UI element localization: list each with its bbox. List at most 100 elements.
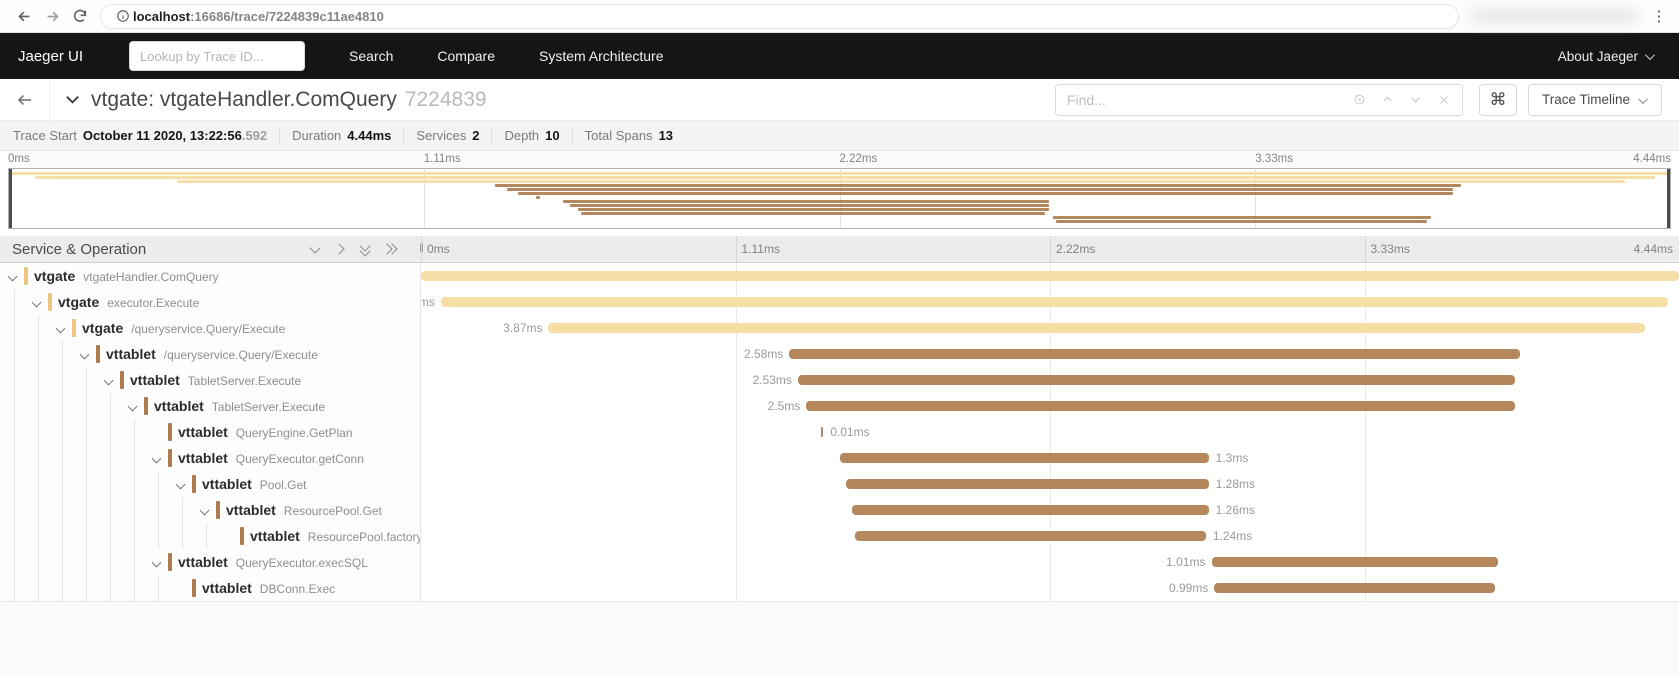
expand-chevron-icon[interactable]	[200, 507, 208, 515]
jaeger-logo[interactable]: Jaeger UI	[18, 48, 83, 65]
find-input[interactable]	[1056, 92, 1346, 108]
expand-chevron-icon[interactable]	[32, 299, 40, 307]
expand-chevron-icon[interactable]	[56, 325, 64, 333]
span-row[interactable]: vttabletResourcePool.Get 1.26ms	[0, 497, 1679, 523]
span-bar[interactable]	[441, 297, 1668, 307]
span-bar[interactable]	[806, 401, 1514, 411]
span-timeline-cell[interactable]: 2.53ms	[421, 367, 1679, 393]
minimap-right-scrubber[interactable]	[1667, 169, 1670, 228]
span-tree-cell[interactable]: vtgateexecutor.Execute	[0, 289, 421, 315]
span-bar[interactable]	[855, 531, 1206, 541]
span-bar[interactable]	[421, 271, 1679, 281]
minimap-left-scrubber[interactable]	[9, 169, 12, 228]
span-bar[interactable]	[846, 479, 1209, 489]
span-row[interactable]: vttabletDBConn.Exec 0.99ms	[0, 575, 1679, 601]
span-tree-cell[interactable]: vtgatevtgateHandler.ComQuery	[0, 263, 421, 289]
span-timeline-cell[interactable]: 1.26ms	[421, 497, 1679, 523]
span-timeline-cell[interactable]: 0.99ms	[421, 575, 1679, 601]
nav-item-system-architecture[interactable]: System Architecture	[539, 48, 664, 64]
keyboard-shortcuts-button[interactable]: ⌘	[1479, 84, 1517, 116]
expand-chevron-icon[interactable]	[152, 455, 160, 463]
span-timeline-cell[interactable]: 1.3ms	[421, 445, 1679, 471]
span-tree-cell[interactable]: vttabletPool.Get	[0, 471, 421, 497]
indent-guide	[14, 315, 15, 341]
indent-guide	[86, 419, 87, 445]
trace-minimap[interactable]	[8, 168, 1671, 229]
span-tree-cell[interactable]: vttabletResourcePool.factory	[0, 523, 421, 549]
indent-guide	[158, 523, 159, 549]
expand-all-icon[interactable]	[385, 244, 395, 254]
span-bar[interactable]	[548, 323, 1645, 333]
indent-guide	[134, 549, 135, 575]
span-row[interactable]: vttabletPool.Get 1.28ms	[0, 471, 1679, 497]
collapse-all-icon[interactable]	[360, 244, 370, 254]
span-tree-cell[interactable]: vtgate/queryservice.Query/Execute	[0, 315, 421, 341]
url-bar[interactable]: localhost:16686/trace/7224839c11ae4810	[100, 4, 1459, 29]
site-info-icon[interactable]	[113, 2, 133, 30]
browser-forward-icon[interactable]	[38, 2, 66, 30]
browser-back-icon[interactable]	[10, 2, 38, 30]
service-name: vtgate/queryservice.Query/Execute	[82, 320, 285, 336]
browser-menu-icon[interactable]: ⋮	[1649, 7, 1669, 25]
span-bar[interactable]	[840, 453, 1208, 463]
expand-chevron-icon[interactable]	[104, 377, 112, 385]
expand-chevron-icon[interactable]	[80, 351, 88, 359]
span-tree-cell[interactable]: vttabletTabletServer.Execute	[0, 367, 421, 393]
service-color-swatch	[168, 553, 172, 571]
expand-one-icon[interactable]	[335, 244, 345, 254]
span-tree-cell[interactable]: vttabletQueryExecutor.execSQL	[0, 549, 421, 575]
span-bar[interactable]	[789, 349, 1520, 359]
span-tree-cell[interactable]: vttabletQueryEngine.GetPlan	[0, 419, 421, 445]
span-row[interactable]: vtgateexecutor.Execute 4.33ms	[0, 289, 1679, 315]
span-timeline-cell[interactable]: 4.44ms	[421, 263, 1679, 289]
span-timeline-cell[interactable]: 2.58ms	[421, 341, 1679, 367]
trace-view-selector[interactable]: Trace Timeline	[1528, 84, 1662, 116]
expand-chevron-icon[interactable]	[152, 559, 160, 567]
span-row[interactable]: vttabletQueryExecutor.getConn 1.3ms	[0, 445, 1679, 471]
span-bar[interactable]	[1214, 583, 1495, 593]
span-row[interactable]: vttabletTabletServer.Execute 2.53ms	[0, 367, 1679, 393]
span-tree-cell[interactable]: vttablet/queryservice.Query/Execute	[0, 341, 421, 367]
span-timeline-cell[interactable]: 1.24ms	[421, 523, 1679, 549]
span-tree-cell[interactable]: vttabletDBConn.Exec	[0, 575, 421, 601]
back-button[interactable]	[0, 79, 50, 121]
span-tree-cell[interactable]: vttabletQueryExecutor.getConn	[0, 445, 421, 471]
nav-item-compare[interactable]: Compare	[437, 48, 495, 64]
span-timeline-cell[interactable]: 4.33ms	[421, 289, 1679, 315]
span-bar[interactable]	[852, 505, 1209, 515]
span-timeline-cell[interactable]: 0.01ms	[421, 419, 1679, 445]
span-timeline-cell[interactable]: 2.5ms	[421, 393, 1679, 419]
collapse-one-icon[interactable]	[310, 244, 320, 254]
span-row[interactable]: vtgatevtgateHandler.ComQuery 4.44ms	[0, 263, 1679, 289]
tick-label: 4.44ms	[1634, 242, 1673, 256]
span-row[interactable]: vttabletTabletServer.Execute 2.5ms	[0, 393, 1679, 419]
expand-chevron-icon[interactable]	[176, 481, 184, 489]
about-jaeger-menu[interactable]: About Jaeger	[1558, 49, 1655, 64]
span-timeline-cell[interactable]: 1.28ms	[421, 471, 1679, 497]
span-row[interactable]: vttabletQueryEngine.GetPlan 0.01ms	[0, 419, 1679, 445]
service-color-swatch	[72, 319, 76, 337]
span-row[interactable]: vttabletQueryExecutor.execSQL 1.01ms	[0, 549, 1679, 575]
expand-chevron-icon[interactable]	[8, 273, 16, 281]
clear-find-icon[interactable]	[1430, 86, 1458, 114]
browser-reload-icon[interactable]	[66, 2, 94, 30]
span-row[interactable]: vttabletResourcePool.factory 1.24ms	[0, 523, 1679, 549]
span-tree-cell[interactable]: vttabletTabletServer.Execute	[0, 393, 421, 419]
span-timeline-cell[interactable]: 3.87ms	[421, 315, 1679, 341]
focus-match-icon[interactable]	[1346, 86, 1374, 114]
span-bar[interactable]	[821, 427, 824, 437]
trace-lookup-input[interactable]	[129, 41, 305, 71]
prev-match-icon[interactable]	[1374, 86, 1402, 114]
span-bar[interactable]	[798, 375, 1515, 385]
expand-chevron-icon[interactable]	[128, 403, 136, 411]
span-tree-cell[interactable]: vttabletResourcePool.Get	[0, 497, 421, 523]
trace-collapse-toggle[interactable]	[64, 91, 81, 108]
nav-item-search[interactable]: Search	[349, 48, 393, 64]
span-row[interactable]: vttablet/queryservice.Query/Execute 2.58…	[0, 341, 1679, 367]
indent-guide	[62, 393, 63, 419]
next-match-icon[interactable]	[1402, 86, 1430, 114]
span-timeline-cell[interactable]: 1.01ms	[421, 549, 1679, 575]
span-bar[interactable]	[1212, 557, 1498, 567]
span-row[interactable]: vtgate/queryservice.Query/Execute 3.87ms	[0, 315, 1679, 341]
indent-guide	[110, 445, 111, 471]
